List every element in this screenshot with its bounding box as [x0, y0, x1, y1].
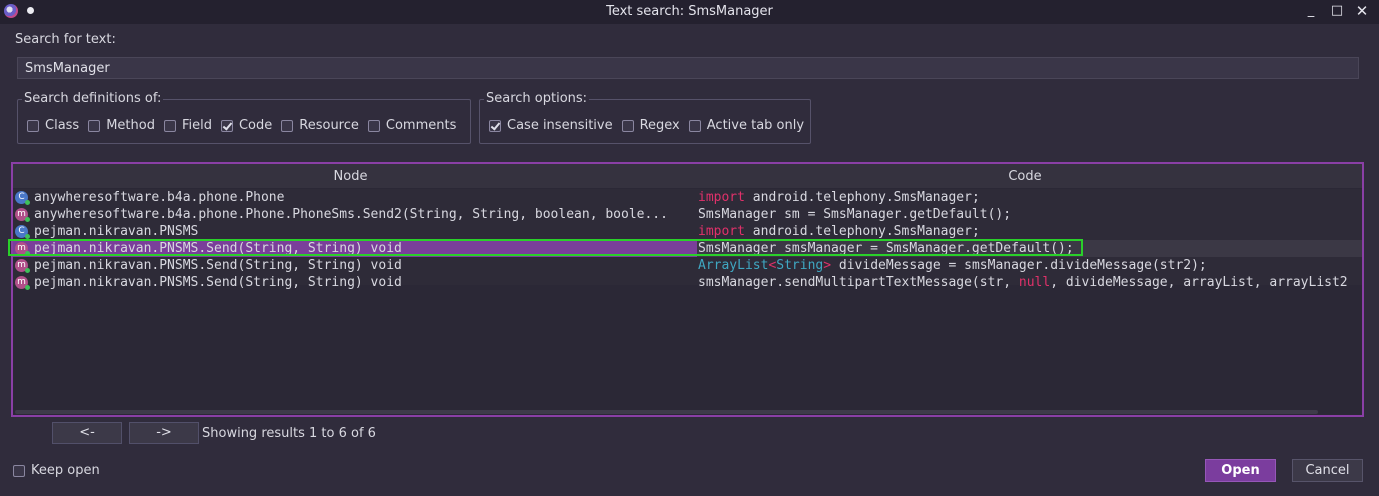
code-token: null — [1018, 275, 1051, 290]
checkbox-box[interactable] — [367, 119, 380, 132]
table-row[interactable]: m pejman.nikravan.PNSMS.Send(String, Stri… — [8, 239, 1362, 257]
checkbox-label: Case insensitive — [507, 118, 613, 133]
column-header-code[interactable]: Code — [688, 169, 1362, 184]
minimize-icon[interactable]: _ — [1301, 2, 1321, 20]
results-table: Node Code Canywheresoftware.b4a.phone.Ph… — [8, 162, 1364, 417]
keep-open-checkbox[interactable]: Keep open — [13, 463, 100, 478]
search-label: Search for text: — [15, 32, 116, 47]
checkbox-box[interactable] — [621, 119, 634, 132]
checkbox-class[interactable]: Class — [27, 118, 79, 133]
column-header-node[interactable]: Node — [13, 169, 688, 184]
code-token: , divideMessage, arrayList, arrayList2 — [1050, 275, 1348, 290]
code-token: String — [776, 258, 824, 273]
checkbox-box[interactable] — [88, 119, 101, 132]
title-bar: Text search: SmsManager _ □ ✕ — [0, 0, 1379, 24]
results-body: Canywheresoftware.b4a.phone.Phone import … — [8, 189, 1362, 290]
prev-page-button[interactable]: <- — [52, 422, 122, 444]
table-row[interactable]: m anywheresoftware.b4a.phone.Phone.PhoneS… — [13, 206, 1362, 223]
node-cell[interactable]: m pejman.nikravan.PNSMS.Send(String, Stri… — [13, 257, 697, 274]
checkbox-label: Regex — [639, 118, 680, 133]
node-text: pejman.nikravan.PNSMS — [34, 224, 199, 239]
code-cell[interactable]: smsManager.sendMultipartTextMessage(str,… — [698, 274, 1362, 291]
window-title: Text search: SmsManager — [606, 4, 773, 19]
checkbox-field[interactable]: Field — [163, 118, 212, 133]
code-token: import — [698, 224, 745, 239]
close-icon[interactable]: ✕ — [1352, 2, 1372, 20]
checkbox-comments[interactable]: Comments — [367, 118, 457, 133]
maximize-icon[interactable]: □ — [1327, 2, 1347, 20]
node-cell[interactable]: Cpejman.nikravan.PNSMS — [13, 223, 697, 240]
checkbox-label: Field — [181, 118, 212, 133]
table-row[interactable]: m pejman.nikravan.PNSMS.Send(String, Stri… — [13, 257, 1362, 274]
code-token: import — [698, 190, 745, 205]
cancel-button[interactable]: Cancel — [1292, 459, 1363, 482]
table-row[interactable]: Cpejman.nikravan.PNSMS import android.tel… — [13, 223, 1362, 240]
checkbox-code[interactable]: Code — [220, 118, 273, 133]
checkbox-method[interactable]: Method — [88, 118, 155, 133]
node-cell[interactable]: m pejman.nikravan.PNSMS.Send(String, Stri… — [13, 274, 697, 291]
results-header: Node Code — [13, 164, 1362, 188]
public-dot-icon — [25, 251, 30, 256]
code-token: divideMessage = smsManager.divideMessage… — [831, 258, 1207, 273]
checkbox-label: Code — [238, 118, 273, 133]
node-cell[interactable]: Canywheresoftware.b4a.phone.Phone — [13, 189, 697, 206]
search-options-list: Case insensitive Regex Active tab only — [480, 118, 804, 133]
checkbox-box[interactable] — [220, 119, 233, 132]
public-dot-icon — [25, 285, 30, 290]
horizontal-scrollbar[interactable] — [15, 410, 1318, 414]
code-token: > — [823, 258, 832, 273]
definitions-options: Class Method Field Code Resource Comments — [18, 118, 456, 133]
node-text: pejman.nikravan.PNSMS.Send(String, Strin… — [34, 241, 402, 256]
code-cell[interactable]: SmsManager sm = SmsManager.getDefault(); — [698, 206, 1362, 223]
checkbox-box[interactable] — [27, 119, 39, 132]
code-cell[interactable]: ArrayList<String> divideMessage = smsMan… — [698, 257, 1362, 274]
public-dot-icon — [25, 268, 30, 273]
code-token: android.telephony.SmsManager; — [744, 224, 980, 239]
checkbox-active-tab-only[interactable]: Active tab only — [688, 118, 805, 133]
search-definitions-legend: Search definitions of: — [22, 91, 164, 106]
checkbox-case-insensitive[interactable]: Case insensitive — [489, 118, 613, 133]
public-dot-icon — [25, 217, 30, 222]
checkbox-box[interactable] — [688, 119, 701, 132]
keep-open-label: Keep open — [31, 463, 100, 478]
node-text: anywheresoftware.b4a.phone.Phone.PhoneSm… — [34, 207, 668, 222]
search-definitions-group: Search definitions of: Class Method Field C… — [17, 91, 471, 144]
node-text: pejman.nikravan.PNSMS.Send(String, Strin… — [34, 275, 402, 290]
next-page-button[interactable]: -> — [129, 422, 199, 444]
code-token: ArrayList — [698, 258, 769, 273]
checkbox-regex[interactable]: Regex — [621, 118, 680, 133]
checkbox-label: Class — [45, 118, 80, 133]
search-options-legend: Search options: — [484, 91, 590, 106]
table-row[interactable]: Canywheresoftware.b4a.phone.Phone import … — [13, 189, 1362, 206]
checkbox-label: Comments — [385, 118, 457, 133]
code-token: SmsManager smsManager = SmsManager.getDe… — [698, 241, 1074, 256]
code-cell[interactable]: import android.telephony.SmsManager; — [698, 223, 1362, 240]
open-button[interactable]: Open — [1205, 459, 1276, 482]
table-row[interactable]: m pejman.nikravan.PNSMS.Send(String, Stri… — [13, 274, 1362, 291]
code-cell[interactable]: import android.telephony.SmsManager; — [698, 189, 1362, 206]
keep-open-box[interactable] — [13, 464, 25, 477]
checkbox-box[interactable] — [281, 119, 294, 132]
node-cell[interactable]: m anywheresoftware.b4a.phone.Phone.PhoneS… — [13, 206, 697, 223]
search-input[interactable]: SmsManager — [17, 57, 1359, 79]
checkbox-box[interactable] — [163, 119, 176, 132]
public-dot-icon — [25, 234, 30, 239]
checkbox-box[interactable] — [489, 119, 501, 132]
checkbox-label: Resource — [299, 118, 359, 133]
node-text: anywheresoftware.b4a.phone.Phone — [34, 190, 285, 205]
checkbox-label: Method — [106, 118, 155, 133]
checkbox-label: Active tab only — [706, 118, 805, 133]
checkbox-resource[interactable]: Resource — [281, 118, 359, 133]
node-text: pejman.nikravan.PNSMS.Send(String, Strin… — [34, 258, 402, 273]
search-options-group: Search options: Case insensitive Regex Act… — [479, 91, 811, 144]
code-token: android.telephony.SmsManager; — [744, 190, 980, 205]
code-token: SmsManager sm = SmsManager.getDefault(); — [698, 207, 1012, 222]
results-status: Showing results 1 to 6 of 6 — [202, 426, 376, 441]
code-cell[interactable]: SmsManager smsManager = SmsManager.getDe… — [698, 240, 1362, 257]
code-token: smsManager.sendMultipartTextMessage(str, — [698, 275, 1019, 290]
public-dot-icon — [25, 200, 30, 205]
node-cell[interactable]: m pejman.nikravan.PNSMS.Send(String, Stri… — [13, 240, 697, 257]
